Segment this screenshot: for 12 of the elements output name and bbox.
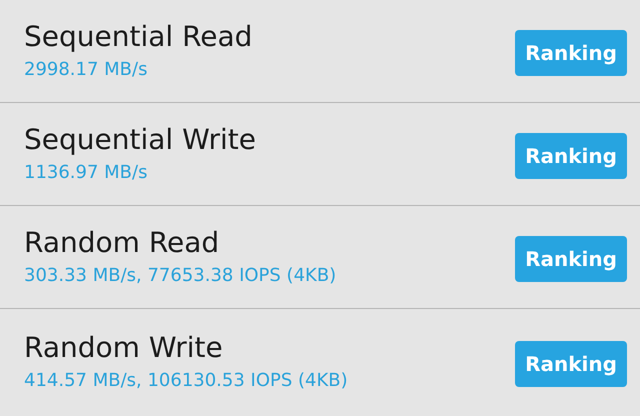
ranking-button[interactable]: Ranking <box>515 133 627 179</box>
test-title: Sequential Write <box>24 123 258 157</box>
test-result: 303.33 MB/s, 77653.38 IOPS (4KB) <box>24 264 338 288</box>
ranking-button[interactable]: Ranking <box>515 30 627 76</box>
test-result: 414.57 MB/s, 106130.53 IOPS (4KB) <box>24 368 349 392</box>
test-result: 2998.17 MB/s <box>24 58 148 82</box>
ranking-button[interactable]: Ranking <box>515 340 627 386</box>
test-result: 1136.97 MB/s <box>24 161 148 185</box>
test-title: Sequential Read <box>24 20 254 54</box>
test-title: Random Read <box>24 226 220 260</box>
test-title: Random Write <box>24 330 224 364</box>
ranking-button[interactable]: Ranking <box>515 236 627 282</box>
